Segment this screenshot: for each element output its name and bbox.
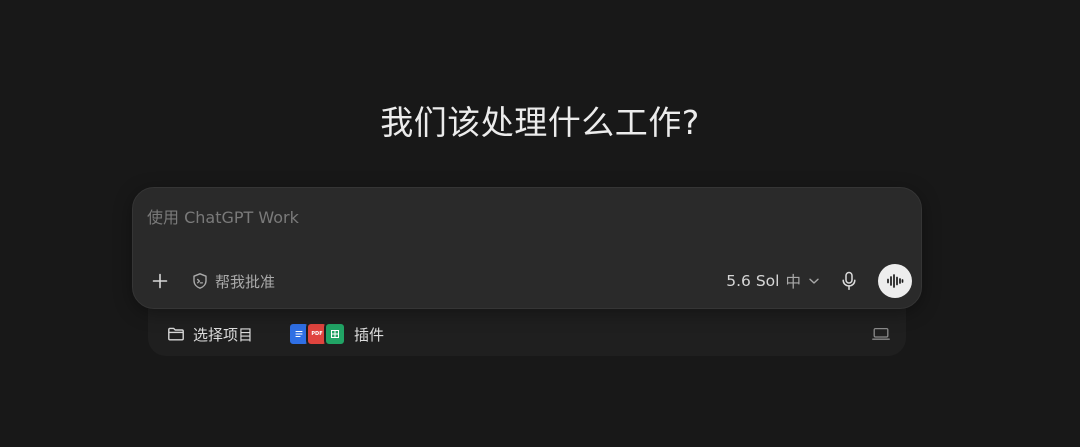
voice-mode-button[interactable] xyxy=(878,264,912,298)
plugins-label: 插件 xyxy=(354,325,385,344)
shield-icon xyxy=(193,273,207,289)
page-title: 我们该处理什么工作? xyxy=(380,103,700,142)
plugin-icons: PDF xyxy=(288,322,346,346)
laptop-icon xyxy=(872,327,890,340)
app-page: 我们该处理什么工作? 帮我批准 5.6 Sol 中 xyxy=(0,0,1080,447)
waveform-icon xyxy=(887,274,904,288)
microphone-icon xyxy=(842,271,856,291)
plus-icon xyxy=(152,273,168,289)
composer: 帮我批准 5.6 Sol 中 xyxy=(132,187,922,309)
add-attachment-button[interactable] xyxy=(147,268,173,294)
project-label: 选择项目 xyxy=(193,325,254,344)
plugins-button[interactable]: PDF 插件 xyxy=(288,322,384,346)
chevron-down-icon xyxy=(809,278,819,284)
approve-for-me-button[interactable]: 帮我批准 xyxy=(191,268,275,294)
prompt-input[interactable] xyxy=(147,202,887,232)
sheets-icon xyxy=(324,322,346,346)
model-name: 5.6 Sol xyxy=(726,272,780,290)
pdf-icon-label: PDF xyxy=(311,331,323,337)
local-device-button[interactable] xyxy=(871,324,891,344)
dictate-button[interactable] xyxy=(835,267,863,295)
approve-label: 帮我批准 xyxy=(215,272,276,291)
folder-icon xyxy=(168,327,184,341)
select-project-button[interactable]: 选择项目 xyxy=(167,322,253,346)
model-effort: 中 xyxy=(785,273,801,291)
model-selector[interactable]: 5.6 Sol 中 xyxy=(726,268,821,294)
